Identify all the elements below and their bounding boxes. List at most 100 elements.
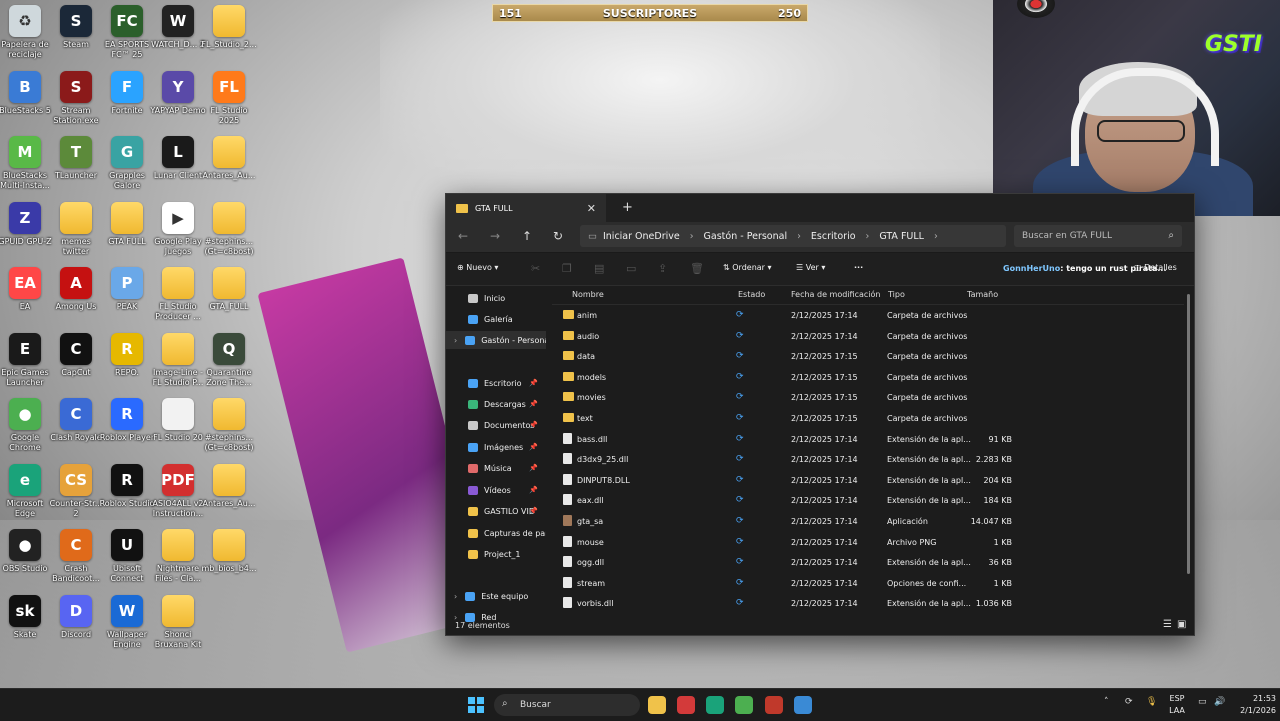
desktop-icon[interactable]: T TLauncher — [48, 136, 104, 181]
details-view-icon[interactable]: ☰ — [1163, 619, 1172, 630]
breadcrumb-gta-full[interactable]: GTA FULL — [879, 231, 924, 242]
desktop-icon[interactable]: FL_Studio_2... — [201, 5, 257, 50]
desktop-icon[interactable]: FL Studio Producer ... — [150, 267, 206, 322]
desktop-icon[interactable]: S Steam — [48, 5, 104, 50]
file-row[interactable]: ogg.dll 2/12/2025 17:14 Extensión de la ap… — [552, 553, 1184, 573]
desktop-icon[interactable]: EA EA — [0, 267, 53, 312]
rename-icon[interactable]: ▭ — [626, 262, 636, 275]
nav-item[interactable]: Vídeos 📌 — [446, 481, 546, 499]
desktop-icon[interactable]: Z GPUID GPU-Z — [0, 201, 53, 247]
desktop-icon[interactable]: Shonci Bruxana Kit — [150, 594, 206, 650]
column-size[interactable]: Tamaño — [967, 290, 998, 299]
desktop-icon[interactable]: Q Quarantine Zone The... — [201, 332, 257, 388]
taskbar-app-icon[interactable] — [765, 696, 783, 714]
new-button[interactable]: ⊕ Nuevo ▾ — [457, 263, 498, 272]
desktop-icon[interactable]: PDF ASIO4ALL v2 Instruction... — [150, 463, 206, 519]
desktop-icon[interactable]: CS Counter-Str... 2 — [48, 463, 104, 519]
desktop-icon[interactable]: B BlueStacks 5 — [0, 70, 53, 116]
desktop-icon[interactable]: Y YAPYAP Demo — [150, 70, 206, 116]
desktop-icon[interactable]: Antares_Au... — [201, 136, 257, 181]
desktop-icon[interactable]: #stephins... (Gt=c8bost) — [201, 201, 257, 257]
file-row[interactable]: models 2/12/2025 17:15 Carpeta de archivos… — [552, 368, 1184, 388]
desktop-icon[interactable]: FL FL Studio 2025 — [201, 70, 257, 126]
nav-item[interactable]: Documentos 📌 — [446, 416, 546, 434]
chevron-right-icon[interactable]: › — [454, 592, 457, 601]
file-row[interactable]: anim 2/12/2025 17:14 Carpeta de archivos ⟳ — [552, 306, 1184, 326]
desktop-icon[interactable]: P PEAK — [99, 267, 155, 312]
taskbar-app-icon[interactable] — [735, 696, 753, 714]
vertical-scrollbar[interactable] — [1187, 294, 1190, 574]
desktop-icon[interactable]: GTA_FULL — [201, 267, 257, 312]
nav-item[interactable]: Capturas de par — [446, 524, 546, 542]
details-button[interactable]: ▢ Detalles — [1134, 263, 1177, 272]
desktop-icon[interactable]: ▶ Google Play Juegos — [150, 201, 206, 257]
desktop-icon[interactable]: mb_bios_b4... — [201, 529, 257, 574]
nav-item[interactable]: Project_1 — [446, 545, 546, 563]
more-options-button[interactable]: ··· — [854, 263, 863, 272]
file-row[interactable]: gta_sa 2/12/2025 17:14 Aplicación 14.047 KB… — [552, 512, 1184, 532]
desktop-icon[interactable]: C Crash Bandicoot... — [48, 529, 104, 584]
new-tab-button[interactable]: + — [622, 200, 633, 215]
desktop-icon[interactable]: #stephins... (Gt=c8bost) — [201, 398, 257, 453]
sort-button[interactable]: ⇅ Ordenar ▾ — [723, 263, 772, 272]
column-type[interactable]: Tipo — [888, 290, 905, 299]
desktop-icon[interactable]: S Stream Station.exe — [48, 70, 104, 126]
nav-item[interactable]: › Gastón - Personal — [446, 331, 546, 349]
taskbar-app-icon[interactable] — [706, 696, 724, 714]
paste-icon[interactable]: ▤ — [594, 262, 604, 275]
breadcrumb-personal[interactable]: Gastón - Personal — [704, 231, 788, 242]
desktop-icon[interactable]: U Ubisoft Connect — [99, 529, 155, 584]
taskbar-app-icon[interactable] — [794, 696, 812, 714]
desktop-icon[interactable]: GTA FULL — [99, 201, 155, 247]
desktop-icon[interactable]: ♻ Papelera de reciclaje — [0, 5, 53, 60]
chevron-right-icon[interactable]: › — [454, 336, 457, 345]
desktop-icon[interactable]: R Roblox Studio — [99, 463, 155, 509]
back-arrow-icon[interactable]: ← — [458, 229, 468, 243]
file-row[interactable]: data 2/12/2025 17:15 Carpeta de archivos ⟳ — [552, 347, 1184, 367]
desktop-icon[interactable]: ● OBS Studio — [0, 529, 53, 574]
desktop-icon[interactable]: Nightmare Files - Cla... — [150, 529, 206, 584]
up-arrow-icon[interactable]: ↑ — [522, 229, 532, 243]
file-row[interactable]: audio 2/12/2025 17:14 Carpeta de archivos ⟳ — [552, 327, 1184, 347]
nav-item[interactable]: Galería — [446, 310, 546, 328]
desktop-icon[interactable]: F Fortnite — [99, 70, 155, 116]
chevron-up-icon[interactable]: ˄ — [1104, 697, 1109, 707]
nav-item[interactable]: › Este equipo — [446, 587, 546, 605]
tab-gta-full[interactable]: GTA FULL ✕ — [446, 194, 606, 222]
file-row[interactable]: bass.dll 2/12/2025 17:14 Extensión de la a… — [552, 430, 1184, 450]
desktop-icon[interactable]: Image-Line - FL Studio P... — [150, 332, 206, 388]
taskbar-app-icon[interactable] — [648, 696, 666, 714]
search-input[interactable]: Buscar en GTA FULL ⌕ — [1014, 225, 1182, 247]
desktop-icon[interactable]: R Roblox Player — [99, 398, 155, 443]
file-row[interactable]: d3dx9_25.dll 2/12/2025 17:14 Extensión de … — [552, 450, 1184, 470]
file-row[interactable]: DINPUT8.DLL 2/12/2025 17:14 Extensión de l… — [552, 471, 1184, 491]
desktop-icon[interactable]: FC EA SPORTS FC™ 25 — [99, 5, 155, 60]
desktop-icon[interactable]: G Grapples Galore — [99, 136, 155, 191]
copy-icon[interactable]: ❐ — [562, 262, 572, 275]
column-status[interactable]: Estado — [738, 290, 765, 299]
share-icon[interactable]: ⇪ — [658, 262, 667, 275]
tiles-view-icon[interactable]: ▣ — [1177, 619, 1186, 630]
desktop-icon[interactable]: memes twitter — [48, 201, 104, 257]
file-row[interactable]: text 2/12/2025 17:15 Carpeta de archivos ⟳ — [552, 409, 1184, 429]
cut-icon[interactable]: ✂ — [531, 262, 540, 275]
close-tab-icon[interactable]: ✕ — [587, 202, 596, 215]
desktop-icon[interactable]: sk Skate — [0, 594, 53, 640]
start-button[interactable] — [468, 697, 484, 713]
address-bar[interactable]: ▭ Iniciar OneDrive › Gastón - Personal ›… — [580, 225, 1006, 247]
language-indicator[interactable]: ESP LAA — [1166, 693, 1188, 717]
volume-icon[interactable]: 🔊 — [1214, 697, 1225, 707]
sync-icon[interactable]: ⟳ — [1125, 697, 1133, 707]
file-row[interactable]: stream 2/12/2025 17:14 Opciones de confi..… — [552, 574, 1184, 594]
microphone-icon[interactable]: 🎙 — [1146, 697, 1157, 707]
column-modified[interactable]: Fecha de modificación — [791, 290, 880, 299]
file-row[interactable]: vorbis.dll 2/12/2025 17:14 Extensión de la… — [552, 594, 1184, 614]
refresh-icon[interactable]: ↻ — [553, 229, 563, 243]
breadcrumb-escritorio[interactable]: Escritorio — [811, 231, 856, 242]
network-icon[interactable]: ▭ — [1198, 697, 1207, 707]
desktop-icon[interactable]: e Microsoft Edge — [0, 463, 53, 519]
desktop-icon[interactable]: D Discord — [48, 594, 104, 640]
desktop-icon[interactable]: Antares_Au... — [201, 463, 257, 509]
nav-item[interactable]: Descargas 📌 — [446, 395, 546, 413]
desktop-icon[interactable]: FL Studio 20 — [150, 398, 206, 443]
